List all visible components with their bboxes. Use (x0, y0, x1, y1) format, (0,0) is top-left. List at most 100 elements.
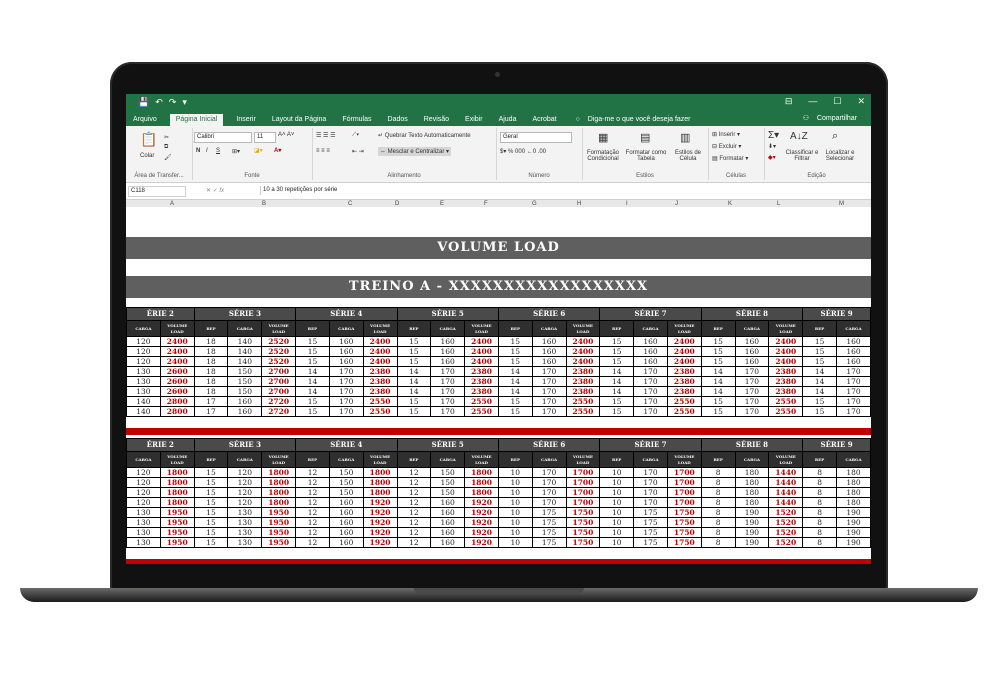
carga-cell[interactable]: 175 (633, 537, 668, 548)
carga-cell[interactable]: 140 (227, 346, 263, 357)
volume-load-cell[interactable]: 1920 (362, 517, 398, 528)
series-header[interactable]: SÉRIE 5 (396, 307, 499, 321)
volume-load-cell[interactable]: 1800 (159, 477, 195, 488)
column-label[interactable]: CARGA (227, 320, 263, 337)
carga-cell[interactable]: 180 (734, 487, 770, 498)
series-header[interactable]: SÉRIE 5 (396, 438, 499, 452)
carga-cell[interactable]: 160 (430, 527, 466, 538)
rep-cell[interactable]: 10 (497, 537, 533, 548)
carga-cell[interactable]: 160 (430, 507, 466, 518)
carga-cell[interactable]: 130 (126, 366, 161, 377)
rep-cell[interactable]: 10 (497, 517, 533, 528)
paste-button[interactable]: Colar (140, 153, 154, 159)
rep-cell[interactable]: 15 (295, 336, 330, 347)
volume-load-cell[interactable]: 1950 (159, 517, 195, 528)
carga-cell[interactable]: 170 (835, 366, 871, 377)
carga-cell[interactable]: 175 (633, 507, 668, 518)
maximize-icon[interactable]: ☐ (833, 96, 841, 107)
series-header[interactable]: SÉRIE 7 (599, 438, 702, 452)
clear-icon[interactable]: ◆▾ (768, 154, 776, 161)
carga-cell[interactable]: 130 (126, 527, 161, 538)
carga-cell[interactable]: 140 (227, 356, 263, 367)
rep-cell[interactable]: 8 (802, 537, 837, 548)
format-table-icon[interactable]: ▤ (640, 131, 650, 144)
rep-cell[interactable]: 10 (599, 517, 635, 528)
rep-cell[interactable]: 14 (802, 366, 837, 377)
volume-load-cell[interactable]: 2400 (464, 346, 499, 357)
carga-cell[interactable]: 160 (633, 336, 668, 347)
carga-cell[interactable]: 170 (328, 386, 364, 397)
rep-cell[interactable]: 15 (700, 396, 736, 407)
column-label[interactable]: REP (396, 451, 432, 468)
rep-cell[interactable]: 15 (700, 336, 736, 347)
rep-cell[interactable]: 15 (700, 346, 736, 357)
rep-cell[interactable]: 14 (599, 376, 635, 387)
volume-load-cell[interactable]: 1750 (666, 517, 702, 528)
carga-cell[interactable]: 160 (328, 527, 364, 538)
volume-load-cell[interactable]: 2380 (464, 386, 499, 397)
rep-cell[interactable]: 12 (295, 527, 330, 538)
carga-cell[interactable]: 170 (835, 396, 871, 407)
rep-cell[interactable]: 15 (802, 406, 837, 417)
series-header[interactable]: SÉRIE 9 (802, 438, 871, 452)
rep-cell[interactable]: 12 (396, 477, 432, 488)
carga-cell[interactable]: 160 (430, 336, 466, 347)
rep-cell[interactable]: 14 (396, 376, 432, 387)
carga-cell[interactable]: 130 (126, 376, 161, 387)
tab-revisao[interactable]: Revisão (421, 116, 452, 126)
rep-cell[interactable]: 12 (396, 537, 432, 548)
redo-icon[interactable]: ↷ (169, 97, 177, 108)
rep-cell[interactable]: 8 (700, 477, 736, 488)
volume-load-cell[interactable]: 1800 (464, 467, 499, 478)
carga-cell[interactable]: 130 (227, 527, 263, 538)
carga-cell[interactable]: 190 (734, 507, 770, 518)
volume-load-cell[interactable]: 1800 (362, 477, 398, 488)
conditional-format-button[interactable]: Formatação Condicional (584, 150, 622, 162)
volume-load-cell[interactable]: 2550 (666, 396, 702, 407)
cell-styles-icon[interactable]: ▥ (680, 131, 690, 144)
carga-cell[interactable]: 180 (734, 497, 770, 508)
column-label[interactable]: CARGA (734, 451, 770, 468)
rep-cell[interactable]: 10 (497, 527, 533, 538)
orientation-icon[interactable]: ⟋▾ (352, 132, 359, 139)
volume-load-cell[interactable]: 2520 (261, 346, 297, 357)
column-label[interactable]: REP (497, 451, 533, 468)
format-painter-icon[interactable]: 🖌 (164, 154, 172, 161)
column-label[interactable]: REP (497, 320, 533, 337)
tab-inserir[interactable]: Inserir (233, 116, 258, 126)
carga-cell[interactable]: 120 (126, 487, 161, 498)
volume-load-cell[interactable]: 1750 (565, 517, 601, 528)
rep-cell[interactable]: 15 (193, 477, 229, 488)
column-label[interactable]: CARGA (328, 320, 364, 337)
carga-cell[interactable]: 150 (430, 477, 466, 488)
rep-cell[interactable]: 15 (497, 356, 533, 367)
carga-cell[interactable]: 170 (835, 376, 871, 387)
carga-cell[interactable]: 160 (531, 356, 567, 367)
column-label[interactable]: VOLUME LOAD (666, 320, 702, 337)
series-header[interactable]: SÉRIE 6 (497, 438, 601, 452)
rep-cell[interactable]: 15 (599, 356, 635, 367)
carga-cell[interactable]: 140 (227, 336, 263, 347)
rep-cell[interactable]: 8 (700, 487, 736, 498)
carga-cell[interactable]: 120 (126, 346, 161, 357)
rep-cell[interactable]: 8 (700, 537, 736, 548)
volume-load-cell[interactable]: 1700 (666, 467, 702, 478)
rep-cell[interactable]: 14 (700, 386, 736, 397)
align-left-icon[interactable]: ≡ ≡ ≡ (316, 148, 330, 154)
insert-cells-button[interactable]: ⊞ Inserir ▾ (712, 131, 740, 138)
ribbon-display-icon[interactable]: ⊟ (785, 96, 793, 107)
volume-load-cell[interactable]: 1800 (261, 497, 297, 508)
carga-cell[interactable]: 190 (734, 517, 770, 528)
column-label[interactable]: CARGA (633, 320, 668, 337)
volume-load-cell[interactable]: 2550 (565, 406, 601, 417)
rep-cell[interactable]: 15 (497, 396, 533, 407)
column-label[interactable]: VOLUME LOAD (362, 320, 398, 337)
series-header[interactable]: SÉRIE 3 (193, 307, 297, 321)
sort-filter-icon[interactable]: A↓Z (790, 131, 808, 142)
carga-cell[interactable]: 170 (633, 376, 668, 387)
minimize-icon[interactable]: — (808, 96, 817, 107)
volume-load-cell[interactable]: 1700 (666, 497, 702, 508)
carga-cell[interactable]: 170 (835, 386, 871, 397)
fill-color-icon[interactable]: ◪▾ (254, 147, 263, 154)
rep-cell[interactable]: 10 (497, 477, 533, 488)
